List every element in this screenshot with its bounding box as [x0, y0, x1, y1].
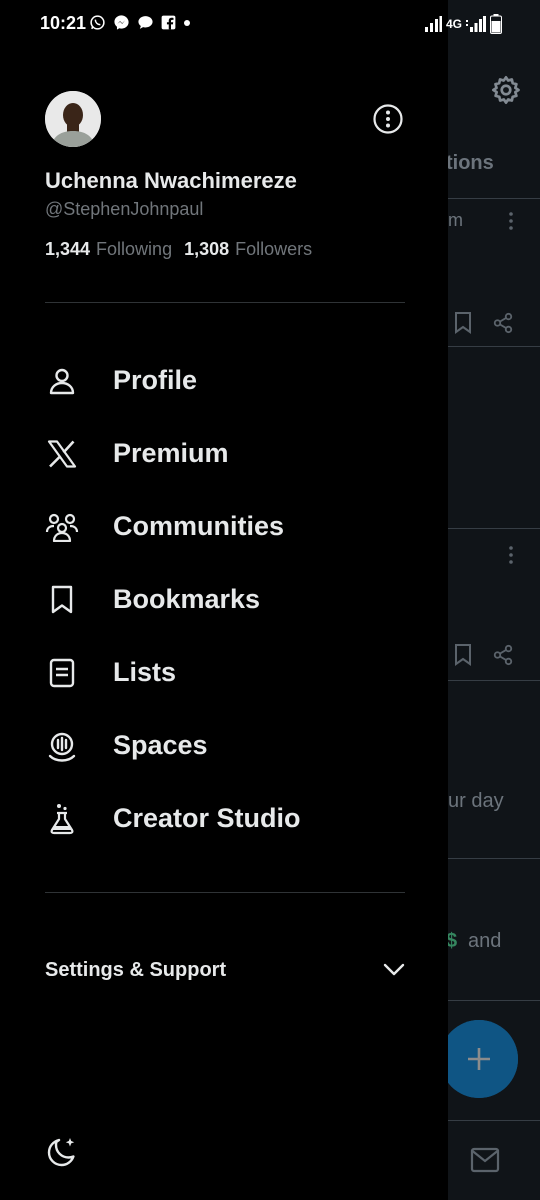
follow-stats: 1,344 Following 1,308 Followers	[45, 239, 312, 260]
followers-link[interactable]: 1,308 Followers	[184, 239, 312, 260]
communities-icon	[45, 510, 79, 544]
messenger-icon	[114, 15, 129, 30]
list-icon	[45, 656, 79, 690]
followers-count: 1,308	[184, 239, 230, 259]
drawer-scrim[interactable]	[448, 0, 540, 1200]
chat-icon	[138, 16, 153, 29]
nav-item-communities[interactable]: Communities	[0, 490, 448, 563]
bookmark-icon	[45, 583, 79, 617]
status-time: 10:21	[40, 13, 87, 33]
nav-label: Bookmarks	[113, 584, 261, 614]
divider	[45, 302, 405, 303]
nav-label: Premium	[113, 438, 229, 468]
following-link[interactable]: 1,344 Following	[45, 239, 172, 260]
background-timeline: tions m ur day $ and	[446, 0, 540, 1200]
whatsapp-icon	[90, 15, 105, 30]
avatar-photo	[45, 91, 101, 147]
nav-item-spaces[interactable]: Spaces	[0, 709, 448, 782]
navigation-drawer: Uchenna Nwachimereze @StephenJohnpaul 1,…	[0, 0, 448, 1200]
profile-name[interactable]: Uchenna Nwachimereze	[45, 168, 297, 194]
chevron-down-icon	[383, 963, 405, 976]
nav-item-profile[interactable]: Profile	[0, 344, 448, 417]
moon-sparkle-icon	[47, 1138, 75, 1167]
nav-label: Profile	[113, 365, 198, 395]
facebook-icon	[161, 15, 176, 30]
settings-support-toggle[interactable]: Settings & Support	[45, 952, 405, 988]
nav-item-bookmarks[interactable]: Bookmarks	[0, 563, 448, 636]
signal-icon	[466, 16, 486, 32]
profile-handle[interactable]: @StephenJohnpaul	[45, 199, 203, 220]
avatar[interactable]	[45, 91, 101, 147]
nav-label: Creator Studio	[113, 803, 301, 833]
nav-item-premium[interactable]: Premium	[0, 417, 448, 490]
divider	[45, 892, 405, 893]
nav-item-creator-studio[interactable]: Creator Studio	[0, 782, 448, 855]
fab-scrim	[440, 1020, 518, 1098]
nav-label: Lists	[113, 657, 177, 687]
nav-label: Communities	[113, 511, 285, 541]
settings-support-label: Settings & Support	[45, 958, 227, 981]
more-options-button[interactable]	[372, 103, 404, 135]
spaces-icon	[45, 729, 79, 763]
compose-post-button[interactable]	[440, 1020, 518, 1098]
system-icons: 4G	[424, 14, 502, 34]
network-type: 4G	[445, 17, 462, 31]
drawer-nav: Profile Premium Communities Bookmarks Li…	[0, 344, 448, 855]
followers-label: Followers	[235, 239, 313, 259]
person-icon	[45, 364, 79, 398]
following-label: Following	[96, 239, 173, 259]
following-count: 1,344	[45, 239, 91, 259]
flask-icon	[45, 802, 79, 836]
nav-item-lists[interactable]: Lists	[0, 636, 448, 709]
display-mode-button[interactable]	[45, 1135, 79, 1169]
more-circle-icon	[373, 104, 403, 134]
nav-label: Spaces	[113, 730, 208, 760]
battery-icon	[490, 14, 502, 34]
dot-icon	[184, 19, 190, 26]
notification-icons	[89, 14, 191, 31]
x-logo-icon	[45, 437, 79, 471]
status-bar: 10:21 4G	[0, 0, 540, 50]
signal-icon	[424, 16, 442, 32]
